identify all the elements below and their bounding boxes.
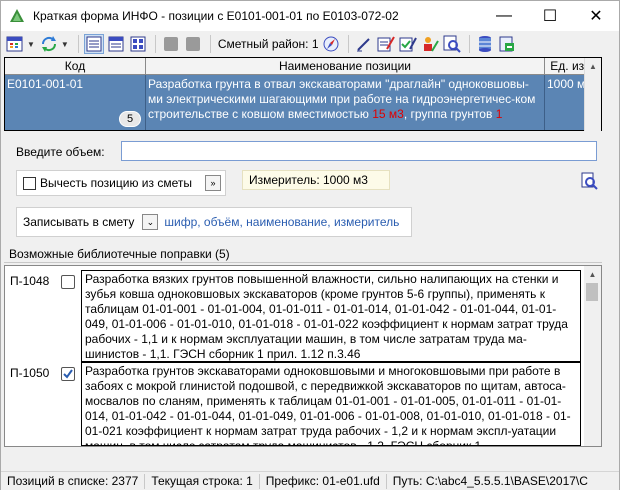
subtract-checkbox[interactable] [23,176,36,190]
table-scrollbar[interactable]: ▲ [584,58,601,131]
correction-code: П-1050 [10,366,50,380]
row-name-text-2: , группа грунтов [403,107,496,121]
correction-text: Разработка вязких грунтов повышенной вла… [81,270,581,362]
measure-tooltip: Измеритель: 1000 м3 [242,170,390,190]
refresh-button[interactable] [39,34,59,54]
toolbar-separator [209,35,211,53]
volume-label: Введите объем: [16,145,105,159]
toolbar-separator [468,35,470,53]
window-title: Краткая форма ИНФО - позиции с Е0101-001… [33,9,399,23]
corrections-scrollbar[interactable]: ▲ [584,266,601,446]
pen-button[interactable] [354,34,374,54]
find-icon[interactable] [580,172,598,190]
export-button[interactable] [497,34,517,54]
list-view-button[interactable] [83,34,104,54]
correction-text: Разработка грунтов экскаваторами одноков… [81,362,581,446]
header-code[interactable]: Код [5,58,146,74]
toolbar-separator [154,35,156,53]
scroll-up-icon[interactable]: ▲ [585,58,601,75]
region-label: Сметный район: 1 [217,37,319,51]
region-button[interactable] [321,34,341,54]
app-window: Краткая форма ИНФО - позиции с Е0101-001… [0,0,620,490]
status-path: Путь: C:\abc4_5.5.5.1\BASE\2017\С [392,473,588,488]
export-icon [499,36,514,52]
entry-panel: Введите объем: Вычесть позицию из сметы … [4,132,602,243]
table-row[interactable]: Е0101-001-01 5 Разработка грунта в отвал… [5,75,601,130]
add-button[interactable] [5,34,25,54]
toolbar-separator [77,35,79,53]
title-bar: Краткая форма ИНФО - позиции с Е0101-001… [1,1,619,31]
list-item[interactable]: П-1050 Разработка грунтов экскаваторами … [5,362,585,446]
corrections-list: П-1048 Разработка вязких грунтов повышен… [4,265,602,447]
app-icon [10,9,24,22]
stop-button[interactable] [161,34,181,54]
chevron-down-icon[interactable]: ▼ [27,40,35,49]
maximize-button[interactable]: ☐ [527,1,573,31]
edit-check-icon [399,37,417,52]
write-option: Записывать в смету ⌄ шифр, объём, наимен… [16,207,412,237]
subtract-option[interactable]: Вычесть позицию из сметы » [16,170,226,196]
table-header: Код Наименование позиции Ед. изм. [5,58,601,75]
stop-button-2[interactable] [183,34,203,54]
row-code-cell[interactable]: Е0101-001-01 5 [5,75,146,130]
search-doc-button[interactable] [442,34,462,54]
database-button[interactable] [475,34,495,54]
correction-checkbox[interactable] [61,275,75,289]
list-item[interactable]: П-1048 Разработка вязких грунтов повышен… [5,270,585,362]
pen-icon [356,38,370,52]
expand-button[interactable]: » [205,175,221,191]
list-view-icon [86,36,102,52]
search-doc-icon [443,35,461,53]
scroll-thumb[interactable] [586,283,598,301]
grid-view-icon [130,36,146,52]
chevron-down-icon[interactable]: ▼ [61,40,69,49]
row-name-highlight: 15 м3 [372,107,404,121]
compass-icon [323,36,339,52]
row-name-highlight-2: 1 [495,107,503,121]
status-prefix: Префикс: 01-е01.ufd [260,473,387,489]
volume-input[interactable] [121,141,597,161]
minimize-button[interactable]: — [481,1,527,31]
write-label: Записывать в смету [23,215,135,229]
corrections-header: Возможные библиотечные поправки (5) [4,247,602,263]
stop-icon-2 [185,37,200,51]
status-count: Позиций в списке: 2377 [1,473,146,489]
edit-check-button[interactable] [398,34,418,54]
subtract-label: Вычесть позицию из сметы [40,176,192,190]
form-view-button[interactable] [106,34,126,54]
stop-icon [163,37,178,51]
toolbar-separator [347,35,349,53]
add-icon [6,36,23,52]
person-edit-icon [423,37,439,52]
row-name-cell[interactable]: Разработка грунта в отвал экскаваторами … [146,75,545,130]
form-view-icon [108,36,124,52]
refresh-icon [41,36,56,52]
corrections-count-badge[interactable]: 5 [119,111,141,127]
header-name[interactable]: Наименование позиции [146,58,545,74]
close-button[interactable]: ✕ [573,1,619,31]
correction-code: П-1048 [10,274,50,288]
person-edit-button[interactable] [420,34,440,54]
correction-checkbox[interactable] [61,367,75,381]
row-code: Е0101-001-01 [7,77,84,91]
toolbar: ▼ ▼ Сметный район: 1 [1,31,619,57]
write-chevron-button[interactable]: ⌄ [142,214,159,230]
edit-list-icon [377,36,395,52]
edit-list-button[interactable] [376,34,396,54]
scroll-up-icon[interactable]: ▲ [584,266,601,283]
write-fields-link[interactable]: шифр, объём, наименование, измеритель [164,215,399,229]
grid-view-button[interactable] [128,34,148,54]
status-current-row: Текущая строка: 1 [145,473,260,489]
status-bar: Позиций в списке: 2377 Текущая строка: 1… [1,471,619,490]
database-icon [478,36,491,52]
positions-table: Код Наименование позиции Ед. изм. Е0101-… [4,57,602,131]
checkmark-icon [63,369,73,379]
